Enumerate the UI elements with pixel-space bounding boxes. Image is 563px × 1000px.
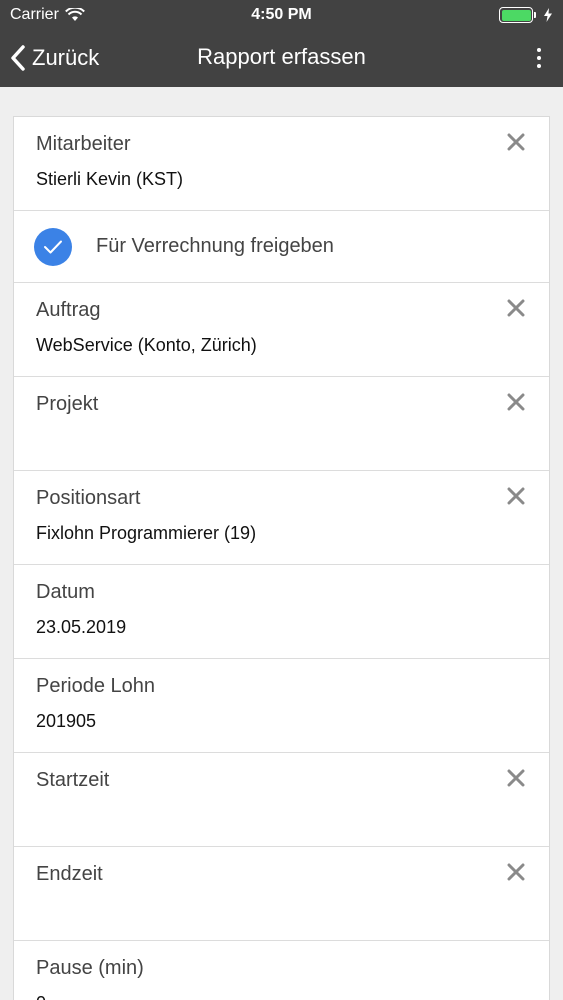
field-endzeit[interactable]: Endzeit [14,847,549,941]
field-positionsart[interactable]: Positionsart Fixlohn Programmierer (19) [14,471,549,565]
report-form-card: Mitarbeiter Stierli Kevin (KST) Für Verr… [13,116,550,1000]
field-label: Projekt [36,393,99,415]
field-periode-lohn[interactable]: Periode Lohn 201905 [14,659,549,753]
close-icon[interactable] [505,861,527,883]
checkbox-checked[interactable] [34,228,72,266]
close-icon[interactable] [505,485,527,507]
wifi-icon [64,8,85,21]
field-datum[interactable]: Datum 23.05.2019 [14,565,549,659]
back-label: Zurück [32,45,100,70]
checkbox-label: Für Verrechnung freigeben [96,235,334,257]
more-menu-button[interactable] [529,44,549,72]
close-icon[interactable] [505,767,527,789]
field-pause[interactable]: Pause (min) 0 [14,941,549,1000]
field-startzeit[interactable]: Startzeit [14,753,549,847]
field-value: WebService (Konto, Zürich) [36,335,257,355]
status-bar: Carrier 4:50 PM [0,0,563,30]
field-projekt[interactable]: Projekt [14,377,549,471]
field-label: Pause (min) [36,957,144,979]
status-left: Carrier [10,6,85,24]
field-mitarbeiter[interactable]: Mitarbeiter Stierli Kevin (KST) [14,117,549,211]
field-value: 23.05.2019 [36,617,127,637]
close-icon[interactable] [505,131,527,153]
form-content: Mitarbeiter Stierli Kevin (KST) Für Verr… [13,116,550,1000]
field-label: Positionsart [36,487,141,509]
navigation-bar: Zurück Rapport erfassen [0,30,563,87]
charging-bolt-icon [544,8,552,22]
close-icon[interactable] [505,391,527,413]
field-label: Mitarbeiter [36,133,131,155]
field-label: Endzeit [36,863,103,885]
field-verrechnung[interactable]: Für Verrechnung freigeben [14,211,549,283]
more-vertical-icon [537,48,541,52]
battery-icon [499,7,536,23]
field-value: 0 [36,993,46,1000]
checkmark-icon [44,240,62,254]
field-value: Stierli Kevin (KST) [36,169,184,189]
field-label: Auftrag [36,299,101,321]
status-right [499,7,553,23]
field-label: Startzeit [36,769,110,791]
field-value: Fixlohn Programmierer (19) [36,523,257,543]
field-label: Periode Lohn [36,675,155,697]
close-icon[interactable] [505,297,527,319]
field-auftrag[interactable]: Auftrag WebService (Konto, Zürich) [14,283,549,377]
back-button[interactable]: Zurück [10,42,99,74]
chevron-left-icon [11,45,25,71]
field-value: 201905 [36,711,97,731]
field-label: Datum [36,581,95,603]
carrier-label: Carrier [10,6,59,23]
